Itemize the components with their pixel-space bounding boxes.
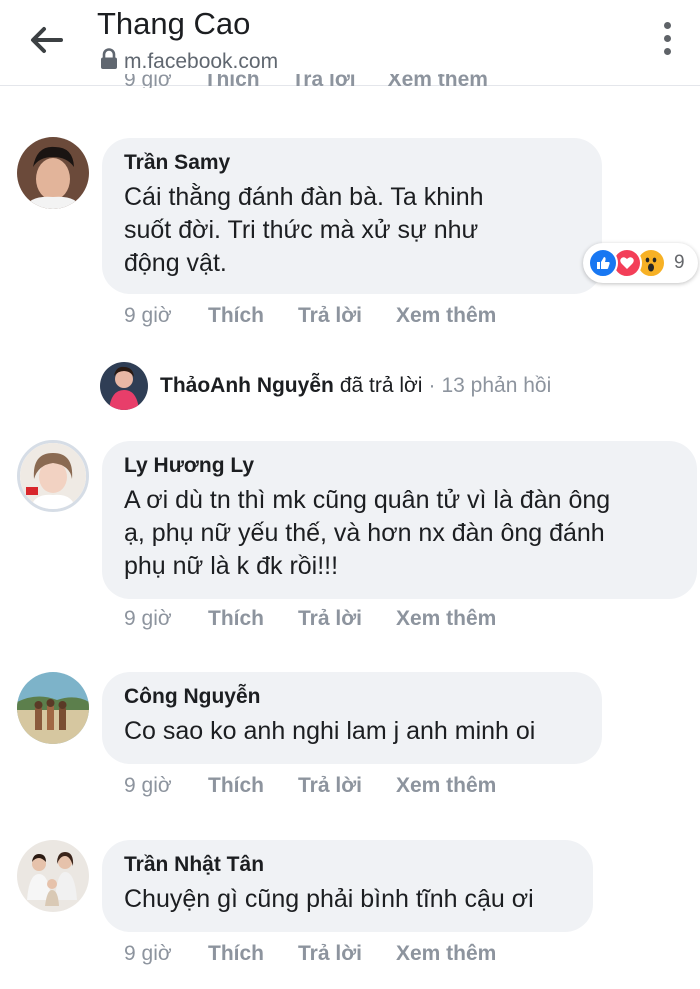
like-link[interactable]: Thích — [208, 774, 264, 798]
more-link[interactable]: Xem thêm — [396, 942, 496, 966]
reaction-summary[interactable]: 9 — [583, 243, 698, 283]
comment-author[interactable]: Trần Nhật Tân — [124, 850, 573, 880]
comment-time: 9 giờ — [124, 304, 172, 327]
reply-link[interactable]: Trả lời — [292, 74, 356, 88]
avatar — [100, 362, 148, 410]
reaction-count: 9 — [674, 252, 685, 273]
more-link[interactable]: Xem thêm — [388, 74, 488, 88]
comment-time: 9 giờ — [124, 74, 172, 88]
comment-time: 9 giờ — [124, 942, 172, 965]
comment-author[interactable]: Công Nguyễn — [124, 682, 582, 712]
more-link[interactable]: Xem thêm — [396, 304, 496, 328]
comment-text-line: A ơi dù tn thì mk cũng quân tử vì là đàn… — [124, 486, 611, 514]
reply-link[interactable]: Trả lời — [298, 774, 362, 798]
like-link[interactable]: Thích — [208, 942, 264, 966]
comment-actions: 9 giờ Thích Trả lời Xem thêm — [124, 942, 530, 966]
comment-author[interactable]: Ly Hương Ly — [124, 451, 677, 481]
comment-text-line: Co sao ko anh nghi lam j anh minh oi — [124, 717, 536, 745]
comment-time: 9 giờ — [124, 774, 172, 797]
reply-link[interactable]: Trả lời — [298, 607, 362, 631]
more-link[interactable]: Xem thêm — [396, 607, 496, 631]
url-bar[interactable]: m.facebook.com — [100, 48, 278, 75]
comment-actions: 9 giờ Thích Trả lời Xem thêm — [124, 304, 530, 328]
back-arrow-icon[interactable] — [26, 20, 66, 60]
comment-bubble[interactable]: Trần Nhật Tân Chuyện gì cũng phải bình t… — [102, 840, 593, 932]
comment-text: Chuyện gì cũng phải bình tĩnh cậu ơi — [124, 883, 573, 916]
reply-count: 13 phản hồi — [441, 374, 552, 397]
more-link[interactable]: Xem thêm — [396, 774, 496, 798]
comment-bubble[interactable]: Công Nguyễn Co sao ko anh nghi lam j anh… — [102, 672, 602, 764]
comment-text: Cái thằng đánh đàn bà. Ta khinh suốt đời… — [124, 181, 582, 280]
comment-actions: 9 giờ Thích Trả lời Xem thêm — [124, 774, 530, 798]
avatar[interactable] — [17, 840, 89, 912]
view-replies-link[interactable]: ThảoAnh Nguyễn đã trả lời · 13 phản hồi — [100, 362, 551, 410]
comment-time: 9 giờ — [124, 607, 172, 630]
comment-text-line: phụ nữ là k đk rồi!!! — [124, 552, 339, 580]
more-vert-icon[interactable] — [652, 18, 682, 58]
previous-comment-actions: 9 giờ Thích Trả lời Xem thêm — [124, 74, 488, 88]
comment-text-line: Chuyện gì cũng phải bình tĩnh cậu ơi — [124, 885, 534, 913]
comment-actions: 9 giờ Thích Trả lời Xem thêm — [124, 607, 530, 631]
url-text: m.facebook.com — [124, 49, 279, 73]
avatar[interactable] — [17, 672, 89, 744]
like-link[interactable]: Thích — [208, 304, 264, 328]
comment-text-line: Cái thằng đánh đàn bà. Ta khinh — [124, 183, 484, 211]
page-title: Thang Cao — [97, 6, 251, 41]
avatar[interactable] — [17, 440, 89, 512]
comment-bubble[interactable]: Trần Samy Cái thằng đánh đàn bà. Ta khin… — [102, 138, 602, 294]
reply-link[interactable]: Trả lời — [298, 304, 362, 328]
reply-author: ThảoAnh Nguyễn — [160, 374, 334, 397]
separator-dot: · — [428, 374, 436, 397]
like-link[interactable]: Thích — [204, 74, 260, 88]
comment-bubble[interactable]: Ly Hương Ly A ơi dù tn thì mk cũng quân … — [102, 441, 697, 599]
comment-text: A ơi dù tn thì mk cũng quân tử vì là đàn… — [124, 484, 677, 583]
comment-text: Co sao ko anh nghi lam j anh minh oi — [124, 715, 582, 748]
avatar[interactable] — [17, 137, 89, 209]
comment-text-line: động vật. — [124, 249, 227, 277]
reply-link[interactable]: Trả lời — [298, 942, 362, 966]
like-reaction-icon — [588, 248, 618, 278]
lock-icon — [100, 48, 118, 75]
comment-author[interactable]: Trần Samy — [124, 148, 582, 178]
reply-verb: đã trả lời — [339, 374, 423, 397]
comment-text-line: suốt đời. Tri thức mà xử sự như — [124, 216, 479, 244]
comment-text-line: ạ, phụ nữ yếu thế, và hơn nx đàn ông đán… — [124, 519, 605, 547]
like-link[interactable]: Thích — [208, 607, 264, 631]
